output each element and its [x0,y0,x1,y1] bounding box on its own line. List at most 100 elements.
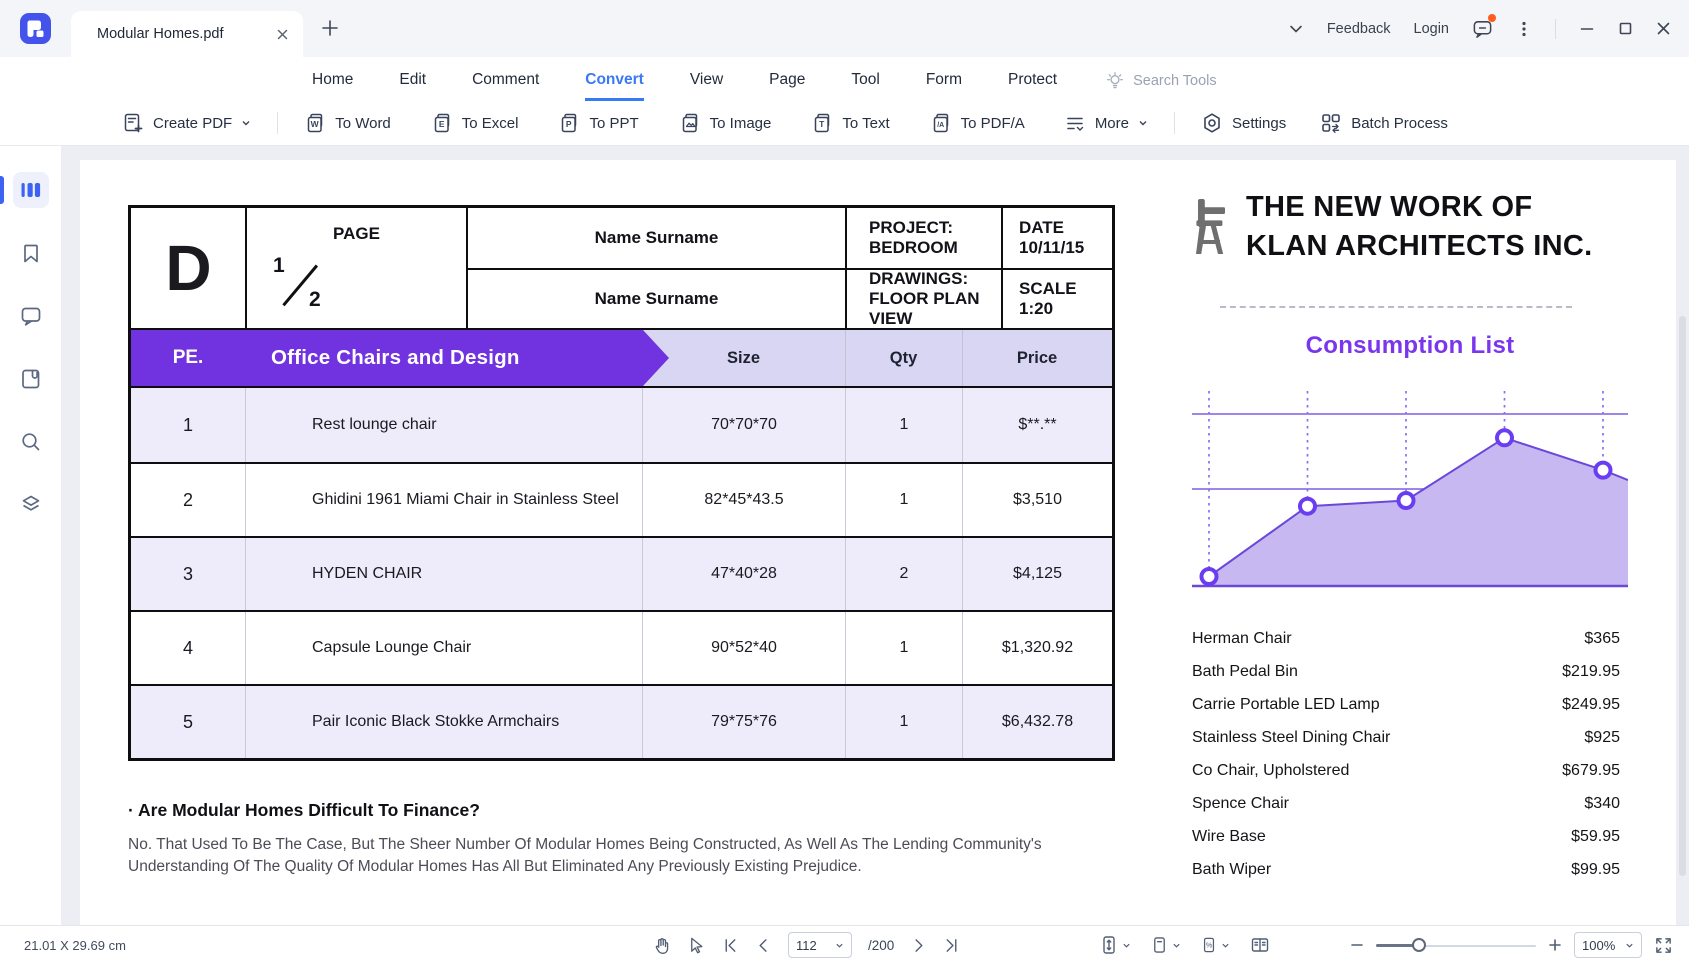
sidebar-active-indicator [0,176,4,204]
login-link[interactable]: Login [1414,21,1449,37]
sidebar-item-search[interactable] [13,424,49,460]
svg-text:/A: /A [937,122,944,129]
sidebar-item-bookmarks[interactable] [13,235,49,271]
vertical-scrollbar[interactable] [1679,316,1686,876]
cell-qty: 1 [845,388,962,462]
menu-convert[interactable]: Convert [585,71,644,101]
document-tab[interactable]: Modular Homes.pdf [71,11,303,57]
comment-icon [19,304,43,328]
consumption-item: Co Chair, Upholstered$679.95 [1192,754,1620,787]
col-header-qty: Qty [845,330,962,386]
table-row: 2Ghidini 1961 Miami Chair in Stainless S… [131,462,1112,536]
panel-title-line1: THE NEW WORK OF [1246,188,1592,227]
previous-page-icon[interactable] [755,937,772,954]
chevron-down-icon [1172,941,1181,950]
select-tool-icon[interactable] [687,936,706,955]
drawings-cell: DRAWINGS: FLOOR PLAN VIEW [845,268,1001,328]
table-header-row: PE. Office Chairs and Design Size Qty Pr… [131,328,1112,388]
page-label: PAGE [247,224,466,244]
page-cell: PAGE 1 2 [245,208,466,328]
kebab-menu-icon[interactable] [1516,20,1532,38]
search-tools[interactable]: Search Tools [1105,71,1217,101]
next-page-icon[interactable] [910,937,927,954]
zoom-mode-dropdown[interactable]: % [1201,935,1230,955]
menu-edit[interactable]: Edit [399,71,426,101]
zoom-in-icon[interactable] [1548,938,1562,952]
menu-tool[interactable]: Tool [851,71,879,101]
cell-price: $**.** [962,388,1112,462]
create-pdf-button[interactable]: Create PDF [122,112,251,134]
sidebar-item-attachments[interactable] [13,361,49,397]
scroll-mode-dropdown[interactable] [1100,935,1131,955]
zoom-level-dropdown[interactable]: 100% [1574,932,1642,958]
maximize-button[interactable] [1618,21,1633,36]
layers-icon [19,493,43,517]
batch-process-button[interactable]: Batch Process [1320,112,1448,134]
tab-title: Modular Homes.pdf [97,26,276,42]
menu-page[interactable]: Page [769,71,805,101]
pdf-page[interactable]: D Name Surname PROJECT: BEDROOM DATE 10/… [80,160,1676,925]
toolbar-to-word[interactable]: WTo Word [304,112,391,134]
fullscreen-icon[interactable] [1654,936,1673,955]
feedback-link[interactable]: Feedback [1327,21,1391,37]
svg-text:E: E [439,119,445,129]
close-button[interactable] [1656,21,1671,36]
last-page-icon[interactable] [943,937,960,954]
consumption-items: Herman Chair$365Bath Pedal Bin$219.95Car… [1192,622,1620,886]
app-logo-icon[interactable] [20,13,51,44]
toolbar-to-excel[interactable]: ETo Excel [431,112,519,134]
toolbar-to-image[interactable]: To Image [679,112,772,134]
minimize-button[interactable] [1579,21,1595,37]
chevron-down-icon [1122,941,1131,950]
menu-comment[interactable]: Comment [472,71,539,101]
item-name: Stainless Steel Dining Chair [1192,729,1390,747]
batch-process-label: Batch Process [1351,115,1448,132]
two-page-view-icon[interactable] [1250,936,1270,954]
panel-title: THE NEW WORK OF KLAN ARCHITECTS INC. [1246,188,1592,267]
toolbar-to-pdf-a[interactable]: /ATo PDF/A [930,112,1025,134]
item-name: Bath Wiper [1192,861,1271,879]
collapse-toolbar-icon[interactable] [1288,21,1304,37]
spec-table: D Name Surname PROJECT: BEDROOM DATE 10/… [128,205,1115,761]
settings-button[interactable]: Settings [1201,112,1286,134]
titlebar: Modular Homes.pdf Feedback Login [0,0,1689,57]
fit-mode-dropdown[interactable] [1151,935,1181,955]
sidebar-item-layers[interactable] [13,487,49,523]
dashed-divider [1220,306,1572,308]
zoom-out-icon[interactable] [1350,938,1364,952]
new-tab-button[interactable] [318,16,342,40]
pe-header: PE. [131,347,245,369]
toolbar-to-ppt[interactable]: PTo PPT [558,112,638,134]
name-cell-bottom: Name Surname [466,268,845,328]
menu-protect[interactable]: Protect [1008,71,1057,101]
thumbnails-icon [18,178,43,202]
name-cell-top: Name Surname [466,208,845,268]
sidebar-item-thumbnails[interactable] [13,172,49,208]
chevron-down-icon [1625,941,1634,950]
zoom-slider-thumb[interactable] [1412,938,1426,952]
menubar: Home Edit Comment Convert View Page Tool Form Pr… [0,57,1689,101]
item-price: $365 [1584,630,1620,648]
menu-home[interactable]: Home [312,71,353,101]
menu-form[interactable]: Form [926,71,962,101]
page-total: 2 [309,288,321,312]
toolbar-to-text[interactable]: TTo Text [811,112,889,134]
messages-icon[interactable] [1472,18,1493,39]
zoom-slider[interactable] [1376,937,1536,953]
project-cell: PROJECT: BEDROOM [845,208,1001,268]
first-page-icon[interactable] [722,937,739,954]
toolbar: Create PDF WTo Word ETo Excel PTo PPT To Im… [0,101,1689,146]
hand-tool-icon[interactable] [652,936,671,955]
title-block-logo: D [131,208,245,328]
menu-view[interactable]: View [690,71,723,101]
sidebar [0,146,62,925]
item-price: $679.95 [1562,762,1620,780]
cell-price: $1,320.92 [962,612,1112,684]
cell-price: $6,432.78 [962,686,1112,758]
more-button[interactable]: More [1065,113,1148,134]
sidebar-item-comments[interactable] [13,298,49,334]
page-number-input[interactable]: 112 [788,932,852,958]
consumption-chart [1192,386,1628,598]
item-name: Herman Chair [1192,630,1292,648]
tab-close-icon[interactable] [276,28,289,41]
